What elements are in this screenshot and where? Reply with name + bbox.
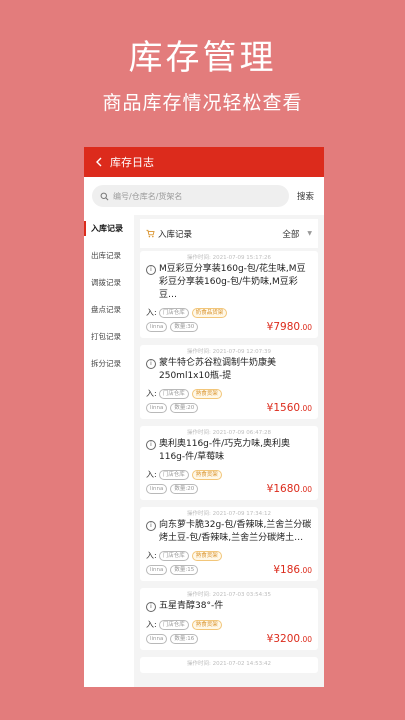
sidebar: 入库记录 出库记录 调拨记录 盘点记录 打包记录 拆分记录 xyxy=(84,215,134,687)
info-icon: i xyxy=(146,602,156,612)
back-arrow-icon[interactable] xyxy=(94,157,104,167)
sidebar-item-packing[interactable]: 打包记录 xyxy=(84,323,134,350)
record-time: 操作时间: 2021-07-09 15:17:26 xyxy=(186,255,271,261)
warehouse-tag: 门店仓库 xyxy=(158,307,189,318)
category-tag: 熟食货架 xyxy=(191,469,222,480)
warehouse-tag: 门店仓库 xyxy=(158,550,189,561)
quantity-tag: 数量:15 xyxy=(170,565,199,575)
direction-label: 入: xyxy=(146,389,157,398)
quantity-tag: 数量:20 xyxy=(170,403,199,413)
direction-label: 入: xyxy=(146,470,157,479)
filter-dropdown[interactable]: 全部 xyxy=(282,228,299,240)
warehouse-tag: 门店仓库 xyxy=(158,619,189,630)
search-row: 编号/仓库名/货架名 搜索 xyxy=(84,177,324,215)
sidebar-item-splitting[interactable]: 拆分记录 xyxy=(84,350,134,377)
record-list-area: 入库记录 全部 ▼ 操作时间: 2021-07-09 15:17:26 i M豆彩… xyxy=(134,215,324,687)
user-tag: linna xyxy=(146,634,168,644)
cart-icon xyxy=(146,229,155,238)
record-name: 五星青醇38°-件 xyxy=(159,601,224,611)
record-price: ¥1680.00 xyxy=(266,483,312,495)
sidebar-item-stocktake[interactable]: 盘点记录 xyxy=(84,296,134,323)
chevron-down-icon[interactable]: ▼ xyxy=(307,230,312,237)
direction-label: 入: xyxy=(146,620,157,629)
user-tag: linna xyxy=(146,403,168,413)
list-title: 入库记录 xyxy=(158,229,193,240)
user-tag: linna xyxy=(146,484,168,494)
sidebar-item-transfer[interactable]: 调拨记录 xyxy=(84,269,134,296)
promo-title: 库存管理 xyxy=(128,38,277,78)
record-time: 操作时间: 2021-07-02 14:53:42 xyxy=(186,661,271,667)
quantity-tag: 数量:30 xyxy=(170,322,199,332)
direction-label: 入: xyxy=(146,308,157,317)
record-time: 操作时间: 2021-07-09 06:47:28 xyxy=(186,430,271,436)
record-card[interactable]: 操作时间: 2021-07-02 14:53:42 xyxy=(140,657,318,673)
record-name: 蒙牛特仑苏谷粒调制牛奶康美250ml1x10瓶-提 xyxy=(159,358,277,381)
warehouse-tag: 门店仓库 xyxy=(158,469,189,480)
search-placeholder: 编号/仓库名/货架名 xyxy=(113,191,183,201)
user-tag: linna xyxy=(146,322,168,332)
record-time: 操作时间: 2021-07-09 12:07:39 xyxy=(186,349,271,355)
record-name: 向东萝卡脆32g-包/香辣味,兰舍兰分碳烤土豆-包/香辣味,兰舍兰分碳烤土… xyxy=(159,520,312,543)
record-card[interactable]: 操作时间: 2021-07-09 06:47:28 i 奥利奥116g-件/巧克力… xyxy=(140,426,318,500)
top-bar: 库存日志 xyxy=(84,147,324,177)
category-tag: 奶食品货架 xyxy=(191,307,228,318)
record-time: 操作时间: 2021-07-03 03:54:35 xyxy=(186,592,271,598)
record-card[interactable]: 操作时间: 2021-07-03 03:54:35 i 五星青醇38°-件 入: 门… xyxy=(140,588,318,650)
record-price: ¥3200.00 xyxy=(266,633,312,645)
quantity-tag: 数量:16 xyxy=(170,634,199,644)
sidebar-item-outbound[interactable]: 出库记录 xyxy=(84,242,134,269)
info-icon: i xyxy=(146,440,156,450)
list-header: 入库记录 全部 ▼ xyxy=(140,219,318,248)
record-card[interactable]: 操作时间: 2021-07-09 12:07:39 i 蒙牛特仑苏谷粒调制牛奶康美… xyxy=(140,345,318,419)
quantity-tag: 数量:20 xyxy=(170,484,199,494)
search-button[interactable]: 搜索 xyxy=(297,190,314,202)
record-price: ¥186.00 xyxy=(273,564,312,576)
record-card[interactable]: 操作时间: 2021-07-09 15:17:26 i M豆彩豆分享装160g-包… xyxy=(140,251,318,338)
record-price: ¥7980.00 xyxy=(266,321,312,333)
record-time: 操作时间: 2021-07-09 17:34:12 xyxy=(186,511,271,517)
info-icon: i xyxy=(146,265,156,275)
record-card[interactable]: 操作时间: 2021-07-09 17:34:12 i 向东萝卡脆32g-包/香辣… xyxy=(140,507,318,581)
sidebar-item-inbound[interactable]: 入库记录 xyxy=(84,215,134,242)
promo-subtitle: 商品库存情况轻松查看 xyxy=(102,92,303,114)
page-title: 库存日志 xyxy=(110,156,154,169)
info-icon: i xyxy=(146,359,156,369)
category-tag: 熟食货架 xyxy=(191,388,222,399)
record-name: M豆彩豆分享装160g-包/花生味,M豆彩豆分享装160g-包/牛奶味,M豆彩豆… xyxy=(159,264,306,300)
search-icon xyxy=(100,192,109,200)
search-input[interactable]: 编号/仓库名/货架名 xyxy=(92,185,289,207)
warehouse-tag: 门店仓库 xyxy=(158,388,189,399)
category-tag: 熟食货架 xyxy=(191,550,222,561)
user-tag: linna xyxy=(146,565,168,575)
direction-label: 入: xyxy=(146,551,157,560)
record-name: 奥利奥116g-件/巧克力味,奥利奥116g-件/草莓味 xyxy=(159,439,291,462)
category-tag: 熟食货架 xyxy=(191,619,222,630)
info-icon: i xyxy=(146,521,156,531)
record-price: ¥1560.00 xyxy=(266,402,312,414)
app-screen: 库存日志 编号/仓库名/货架名 搜索 入库记录 出库记录 调拨记录 盘点记录 打… xyxy=(84,147,324,687)
